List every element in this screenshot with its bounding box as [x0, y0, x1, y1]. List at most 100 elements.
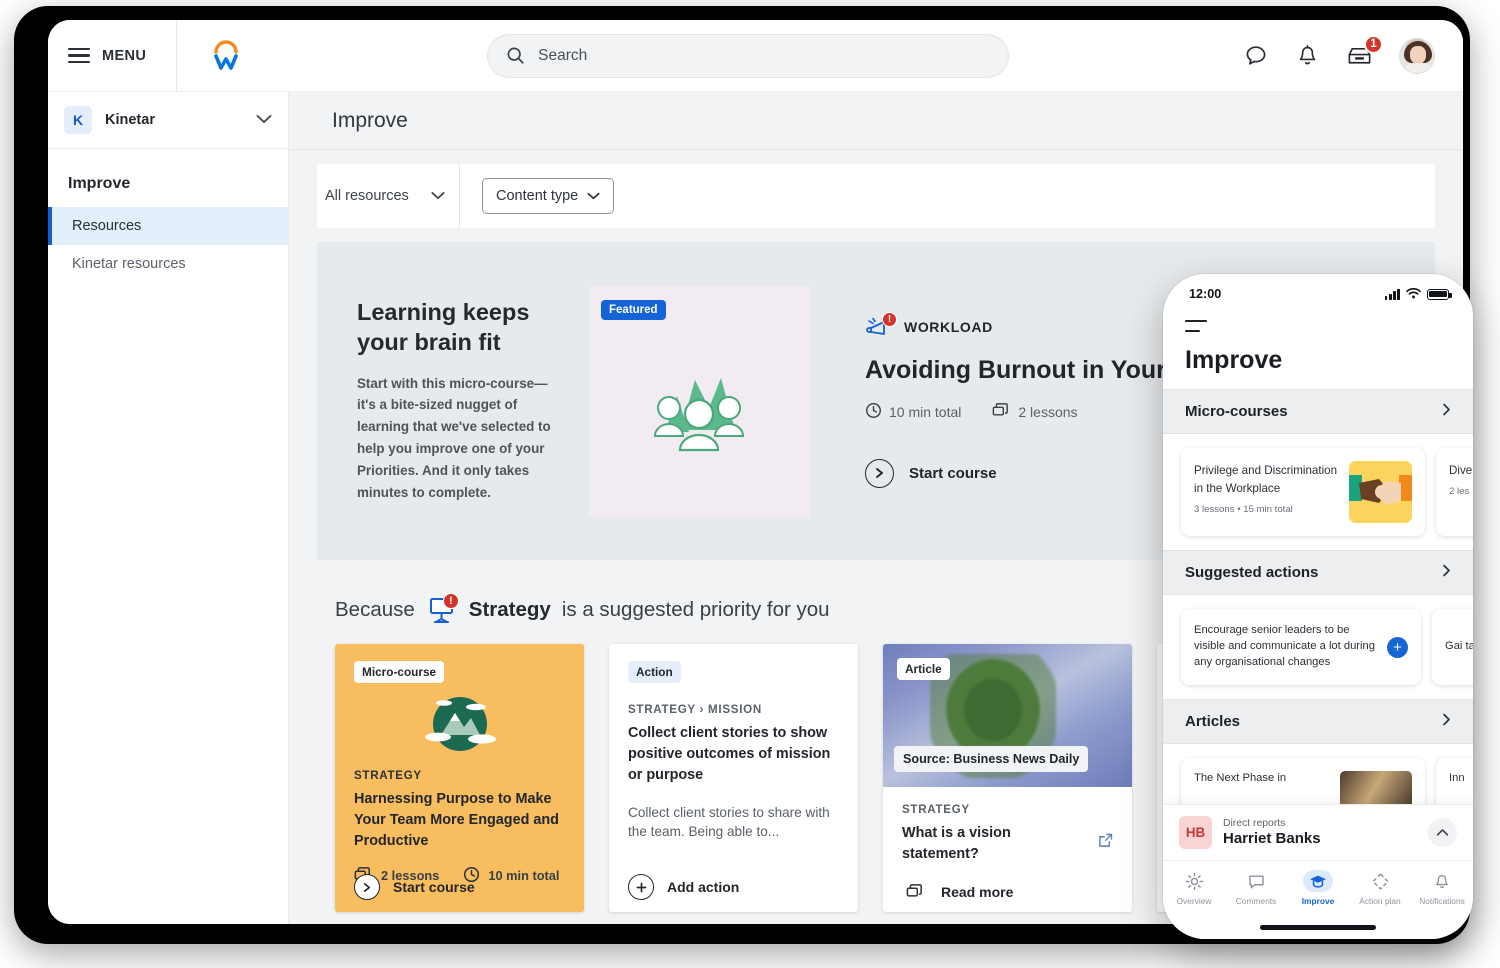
card-kicker: STRATEGY	[902, 803, 1113, 816]
hamburger-icon[interactable]	[1185, 320, 1207, 332]
phone-section-articles[interactable]: Articles	[1163, 699, 1473, 744]
sidebar: K Kinetar Improve Resources Kinetar reso…	[48, 92, 289, 924]
phone-header: Improve	[1163, 310, 1473, 389]
tab-action-plan[interactable]: Action plan	[1349, 870, 1411, 906]
card-add-action-button[interactable]: Add action	[628, 874, 739, 900]
profile-subtitle: Direct reports	[1223, 818, 1321, 829]
card-tag: Article	[897, 658, 950, 680]
lessons-stack-icon	[902, 883, 928, 900]
diamond-icon	[1367, 870, 1393, 892]
card-start-course-button[interactable]: Start course	[354, 874, 475, 900]
all-resources-label: All resources	[325, 188, 409, 204]
tab-notifications[interactable]: Notifications	[1411, 870, 1473, 906]
menu-button[interactable]: MENU	[48, 20, 177, 92]
search-icon	[506, 46, 525, 65]
card-cta-label: Add action	[667, 879, 739, 895]
phone-section-suggested-actions[interactable]: Suggested actions	[1163, 550, 1473, 595]
card-kicker: STRATEGY › MISSION	[628, 703, 839, 716]
user-avatar[interactable]	[1399, 38, 1435, 74]
add-action-button[interactable]: +	[1387, 637, 1408, 658]
search-input[interactable]: Search	[487, 34, 1009, 78]
featured-badge: Featured	[601, 300, 666, 320]
sidebar-item-label: Kinetar resources	[72, 256, 186, 272]
phone-section-label: Micro-courses	[1185, 403, 1288, 420]
sun-burst-icon	[1181, 870, 1207, 892]
content-type-button[interactable]: Content type	[482, 178, 614, 214]
phone-action-title: Gai taki and	[1445, 639, 1473, 655]
tab-comments[interactable]: Comments	[1225, 870, 1287, 906]
phone-section-label: Suggested actions	[1185, 564, 1318, 581]
chevron-right-icon	[1442, 564, 1451, 581]
featured-body: Start with this micro-course—it's a bite…	[357, 373, 563, 504]
tab-improve[interactable]: Improve	[1287, 870, 1349, 906]
phone-mockup: 12:00 Improve Micro-courses Privilege an…	[1163, 274, 1473, 939]
page-title: Improve	[332, 109, 408, 133]
card-kicker: STRATEGY	[354, 769, 565, 782]
chevron-right-circle-icon	[354, 874, 380, 900]
phone-status-bar: 12:00	[1163, 274, 1473, 310]
chat-bubble-icon	[1243, 870, 1269, 892]
tab-label: Comments	[1236, 896, 1277, 906]
card-duration: 10 min total	[463, 866, 559, 886]
card-read-more-button[interactable]: Read more	[902, 883, 1013, 900]
card-micro-course[interactable]: Micro-course	[335, 644, 584, 912]
external-link-icon	[1098, 833, 1113, 855]
phone-action-card[interactable]: Encourage senior leaders to be visible a…	[1181, 609, 1421, 685]
org-initial-badge: K	[64, 106, 92, 134]
because-prefix: Because	[335, 598, 415, 622]
graduation-cap-icon	[1303, 870, 1333, 892]
phone-page-title: Improve	[1185, 346, 1451, 389]
card-action[interactable]: Action STRATEGY › MISSION Collect client…	[609, 644, 858, 912]
page-title-bar: Improve	[289, 92, 1463, 150]
presentation-alert-icon: !	[426, 595, 458, 625]
featured-lessons-label: 2 lessons	[1018, 404, 1077, 420]
phone-section-micro-courses[interactable]: Micro-courses	[1163, 389, 1473, 434]
featured-heading: Learning keeps your brain fit	[357, 298, 563, 357]
tab-overview[interactable]: Overview	[1163, 870, 1225, 906]
sidebar-item-label: Resources	[72, 218, 141, 234]
all-resources-dropdown[interactable]: All resources	[317, 164, 460, 228]
featured-intro: Learning keeps your brain fit Start with…	[357, 298, 589, 503]
phone-micro-course-list[interactable]: Privilege and Discrimination in the Work…	[1163, 434, 1473, 550]
wifi-icon	[1406, 287, 1421, 302]
phone-action-list[interactable]: Encourage senior leaders to be visible a…	[1163, 595, 1473, 699]
tab-label: Notifications	[1419, 896, 1465, 906]
phone-profile-bar[interactable]: HB Direct reports Harriet Banks	[1163, 804, 1473, 861]
phone-course-title: Privilege and Discrimination in the Work…	[1194, 464, 1337, 495]
plus-circle-icon	[628, 874, 654, 900]
phone-time: 12:00	[1189, 287, 1221, 301]
lessons-stack-icon	[992, 402, 1011, 422]
sidebar-item-kinetar-resources[interactable]: Kinetar resources	[48, 245, 288, 283]
chevron-up-icon[interactable]	[1428, 818, 1457, 847]
phone-course-meta: 3 lessons • 15 min total	[1194, 504, 1339, 515]
phone-course-card[interactable]: Dive in R 2 les	[1436, 448, 1473, 536]
notifications-bell-icon[interactable]	[1295, 43, 1320, 69]
chevron-right-icon	[1442, 713, 1451, 730]
handshake-illustration	[1349, 461, 1412, 523]
card-article[interactable]: Article Source: Business News Daily STRA…	[883, 644, 1132, 912]
card-cta-label: Start course	[393, 879, 475, 895]
inbox-icon[interactable]: 1	[1346, 44, 1373, 68]
because-priority: Strategy	[469, 598, 551, 622]
workday-logo[interactable]	[199, 39, 253, 73]
card-title: Collect client stories to show positive …	[628, 723, 839, 786]
clock-icon	[865, 402, 882, 422]
tab-label: Overview	[1177, 896, 1212, 906]
chevron-down-icon	[256, 111, 272, 129]
org-switcher[interactable]: K Kinetar	[48, 92, 288, 149]
megaphone-alert-icon: !	[865, 315, 895, 339]
content-type-label: Content type	[496, 188, 578, 204]
featured-lessons: 2 lessons	[992, 402, 1077, 422]
chat-icon[interactable]	[1243, 43, 1269, 69]
sidebar-section-title: Improve	[48, 149, 288, 207]
phone-course-card[interactable]: Privilege and Discrimination in the Work…	[1181, 448, 1425, 536]
org-name: Kinetar	[105, 112, 243, 128]
sidebar-item-resources[interactable]: Resources	[48, 207, 288, 245]
tab-label: Action plan	[1359, 896, 1400, 906]
search-placeholder: Search	[538, 47, 587, 65]
featured-thumbnail: Featured	[589, 286, 810, 517]
article-source: Source: Business News Daily	[894, 746, 1088, 772]
phone-action-card[interactable]: Gai taki and	[1432, 609, 1473, 685]
article-image: Article Source: Business News Daily	[883, 644, 1132, 787]
featured-duration: 10 min total	[865, 402, 961, 422]
